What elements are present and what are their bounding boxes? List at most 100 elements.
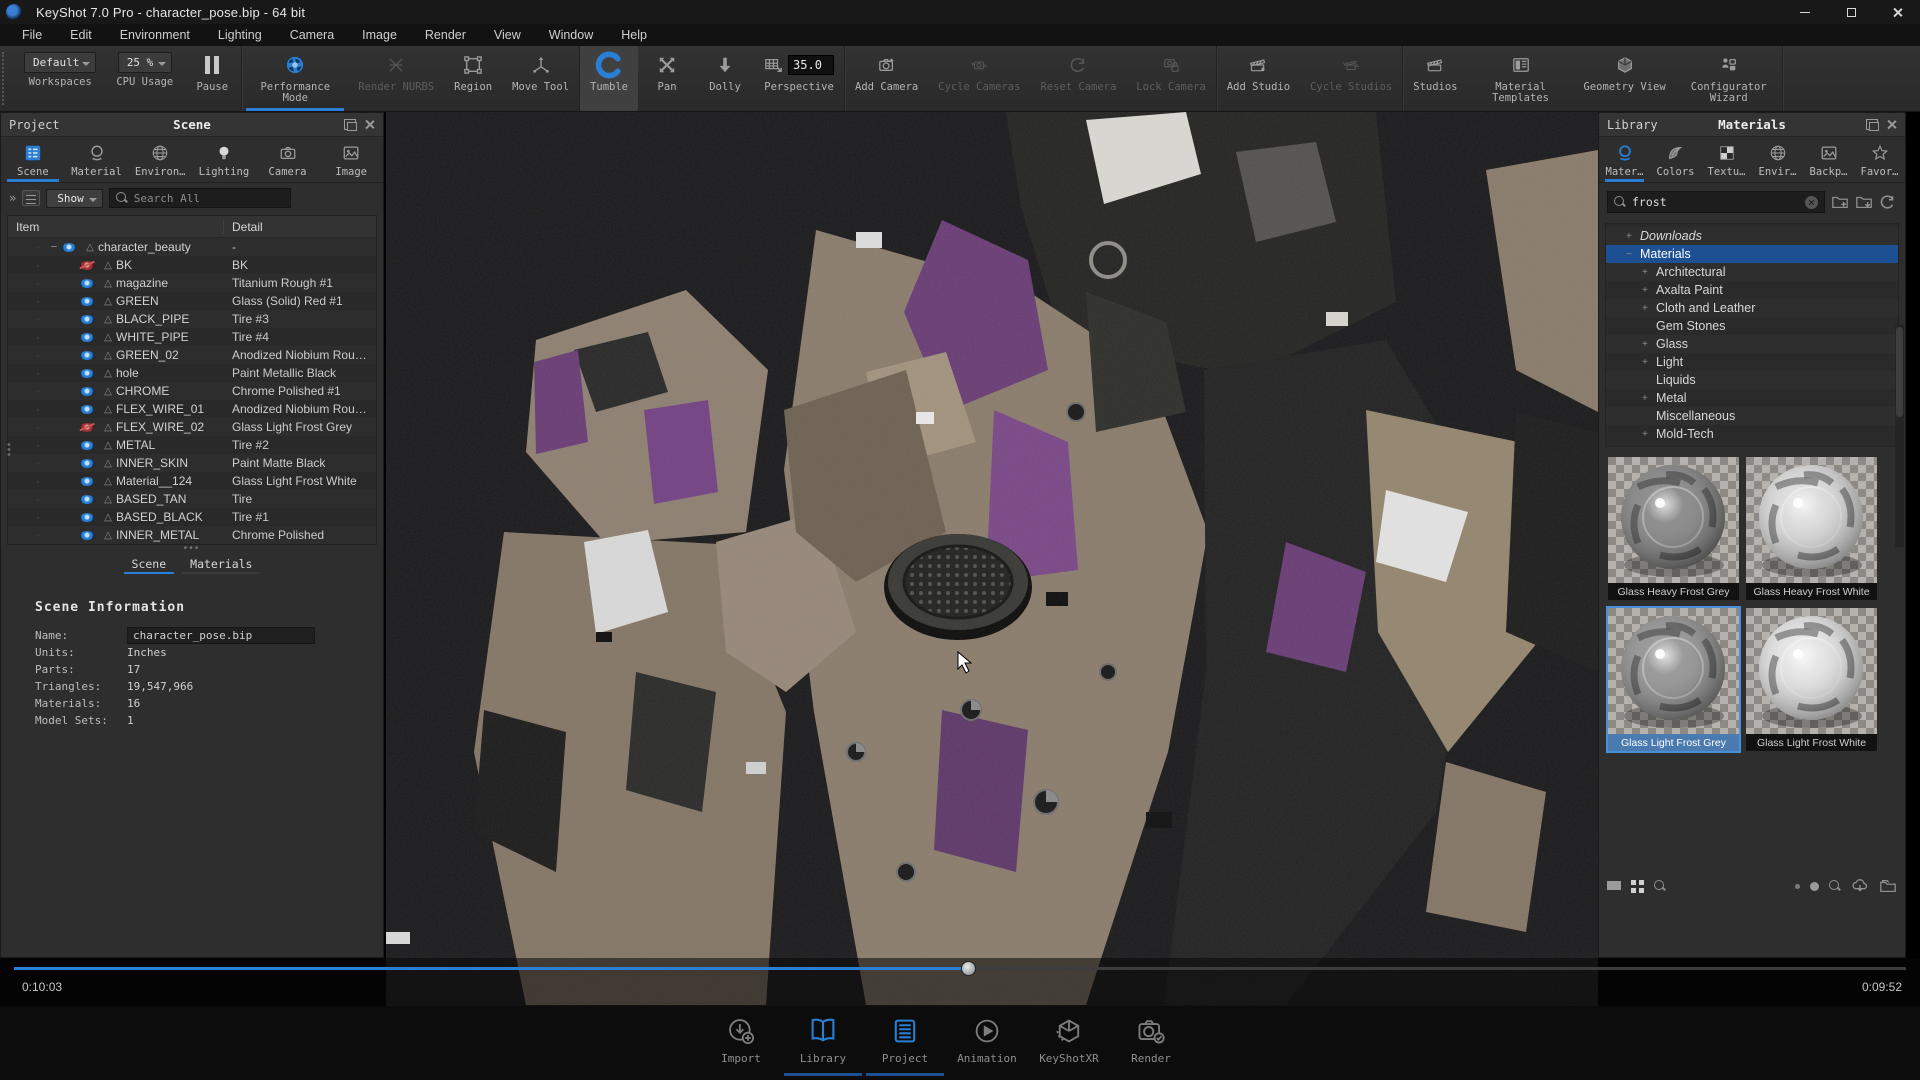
move-tool-button[interactable]: Move Tool [502,46,579,111]
cycle-studios-button[interactable]: Cycle Studios [1300,46,1402,111]
tab-textures[interactable]: Textu… [1701,137,1752,182]
visibility-eye-icon[interactable] [80,351,94,360]
menu-item[interactable]: Lighting [206,26,274,44]
toolbar-grip-handle[interactable] [2,52,12,105]
library-tree-row[interactable]: + Glass [1606,335,1898,353]
subtab-materials[interactable]: Materials [180,555,262,574]
minimize-button[interactable] [1782,0,1828,24]
scene-tree-row[interactable]: · △ WHITE_PIPE Tire #4 [8,328,376,346]
visibility-eye-icon[interactable] [80,387,94,396]
close-button[interactable] [1874,0,1920,24]
scene-tree-row[interactable]: · △ METAL Tire #2 [8,436,376,454]
library-search-input[interactable] [1632,195,1799,209]
close-panel-icon[interactable] [364,119,375,130]
expander-icon[interactable]: + [1642,393,1654,404]
visibility-eye-icon[interactable] [80,369,94,378]
visibility-eye-icon[interactable] [80,279,94,288]
menu-item[interactable]: Render [413,26,478,44]
studios-button[interactable]: Studios [1403,46,1467,111]
visibility-eye-icon[interactable] [80,513,94,522]
expander-icon[interactable]: + [1626,231,1638,242]
library-tree-row[interactable]: + Architectural [1606,263,1898,281]
visibility-eye-icon[interactable] [62,243,76,252]
library-tree-row[interactable]: − Materials [1606,245,1898,263]
column-item[interactable]: Item [8,220,224,234]
tab-camera[interactable]: Camera [256,137,320,182]
expander-icon[interactable]: + [1642,357,1654,368]
timeline-track[interactable] [14,967,1906,970]
cloud-download-icon[interactable] [1851,877,1869,895]
expander-icon[interactable]: − [48,241,60,253]
lock-camera-button[interactable]: Lock Camera [1126,46,1216,111]
refresh-icon[interactable] [1879,193,1897,211]
scene-tree-row[interactable]: · △ BASED_BLACK Tire #1 [8,508,376,526]
region-button[interactable]: Region [444,46,502,111]
render-button[interactable]: Render [1110,1006,1192,1080]
tab-material[interactable]: Material [65,137,129,182]
tab-environments[interactable]: Envir… [1752,137,1803,182]
large-size-dot-icon[interactable] [1810,882,1819,891]
visibility-eye-icon[interactable] [80,315,94,324]
material-thumbnail[interactable]: Glass Light Frost Grey [1608,608,1739,751]
expander-icon[interactable]: + [1642,429,1654,440]
animation-button[interactable]: Animation [946,1006,1028,1080]
visibility-eye-icon[interactable] [80,423,94,432]
add-camera-button[interactable]: Add Camera [845,46,928,111]
tab-colors[interactable]: Colors [1650,137,1701,182]
column-detail[interactable]: Detail [224,220,263,234]
library-tree-row[interactable]: + Mold-Tech [1606,425,1898,443]
panel-grip-dots[interactable]: ••• [7,443,11,458]
library-tree-row[interactable]: Liquids [1606,371,1898,389]
tab-lighting[interactable]: Lighting [192,137,256,182]
library-tree-row[interactable]: + Light [1606,353,1898,371]
menu-item[interactable]: Window [537,26,605,44]
tab-scene[interactable]: Scene [1,137,65,182]
library-tree-row[interactable]: Miscellaneous [1606,407,1898,425]
material-thumbnail[interactable]: Glass Heavy Frost White [1746,457,1877,600]
scene-tree-row[interactable]: · △ BASED_TAN Tire [8,490,376,508]
show-filter-dropdown[interactable]: Show [46,189,103,208]
menu-item[interactable]: Environment [108,26,202,44]
menu-item[interactable]: Help [609,26,659,44]
tab-image[interactable]: Image [319,137,383,182]
import-button[interactable]: Import [700,1006,782,1080]
scene-tree-row[interactable]: · △ GREEN Glass (Solid) Red #1 [8,292,376,310]
geometry-view-button[interactable]: Geometry View [1574,46,1676,111]
add-studio-button[interactable]: Add Studio [1217,46,1300,111]
render-nurbs-button[interactable]: Render NURBS [348,46,444,111]
scene-tree-row[interactable]: · − △ character_beauty - [8,238,376,256]
scene-tree-row[interactable]: · △ GREEN_02 Anodized Niobium Rou… [8,346,376,364]
viewport-3d[interactable] [386,112,1598,1006]
visibility-eye-icon[interactable] [80,477,94,486]
reset-camera-button[interactable]: Reset Camera [1030,46,1126,111]
expand-toolbar-icon[interactable]: » [9,191,16,205]
cpu-usage-dropdown[interactable]: 25 % [118,52,172,73]
library-tree-row[interactable]: + Axalta Paint [1606,281,1898,299]
menu-item[interactable]: View [482,26,533,44]
close-panel-icon[interactable] [1886,119,1897,130]
visibility-eye-icon[interactable] [80,441,94,450]
library-tree-row[interactable]: + Cloth and Leather [1606,299,1898,317]
add-folder-icon[interactable] [1831,193,1849,211]
scene-tree-row[interactable]: · △ FLEX_WIRE_01 Anodized Niobium Rou… [8,400,376,418]
tumble-button[interactable]: Tumble [580,46,638,111]
expander-icon[interactable]: + [1642,267,1654,278]
scene-tree-row[interactable]: · △ hole Paint Metallic Black [8,364,376,382]
scene-tree-row[interactable]: · △ FLEX_WIRE_02 Glass Light Frost Grey [8,418,376,436]
tab-environment[interactable]: Environ… [128,137,192,182]
scene-search-input[interactable] [134,192,284,205]
splitter-dots[interactable]: ••• [1,545,383,555]
expander-icon[interactable]: + [1642,339,1654,350]
library-tree-row[interactable]: + Metal [1606,389,1898,407]
project-button[interactable]: Project [864,1006,946,1080]
performance-mode-button[interactable]: Performance Mode [242,46,348,111]
clear-search-icon[interactable] [1805,196,1818,209]
undock-panel-icon[interactable] [1866,119,1878,130]
expander-icon[interactable]: + [1642,285,1654,296]
tree-options-icon[interactable] [22,190,40,206]
expander-icon[interactable]: − [1626,249,1638,260]
list-view-icon[interactable] [1607,881,1621,892]
material-thumbnail[interactable]: Glass Heavy Frost Grey [1608,457,1739,600]
scene-tree-row[interactable]: · △ CHROME Chrome Polished #1 [8,382,376,400]
scene-tree-row[interactable]: · △ INNER_METAL Chrome Polished [8,526,376,544]
